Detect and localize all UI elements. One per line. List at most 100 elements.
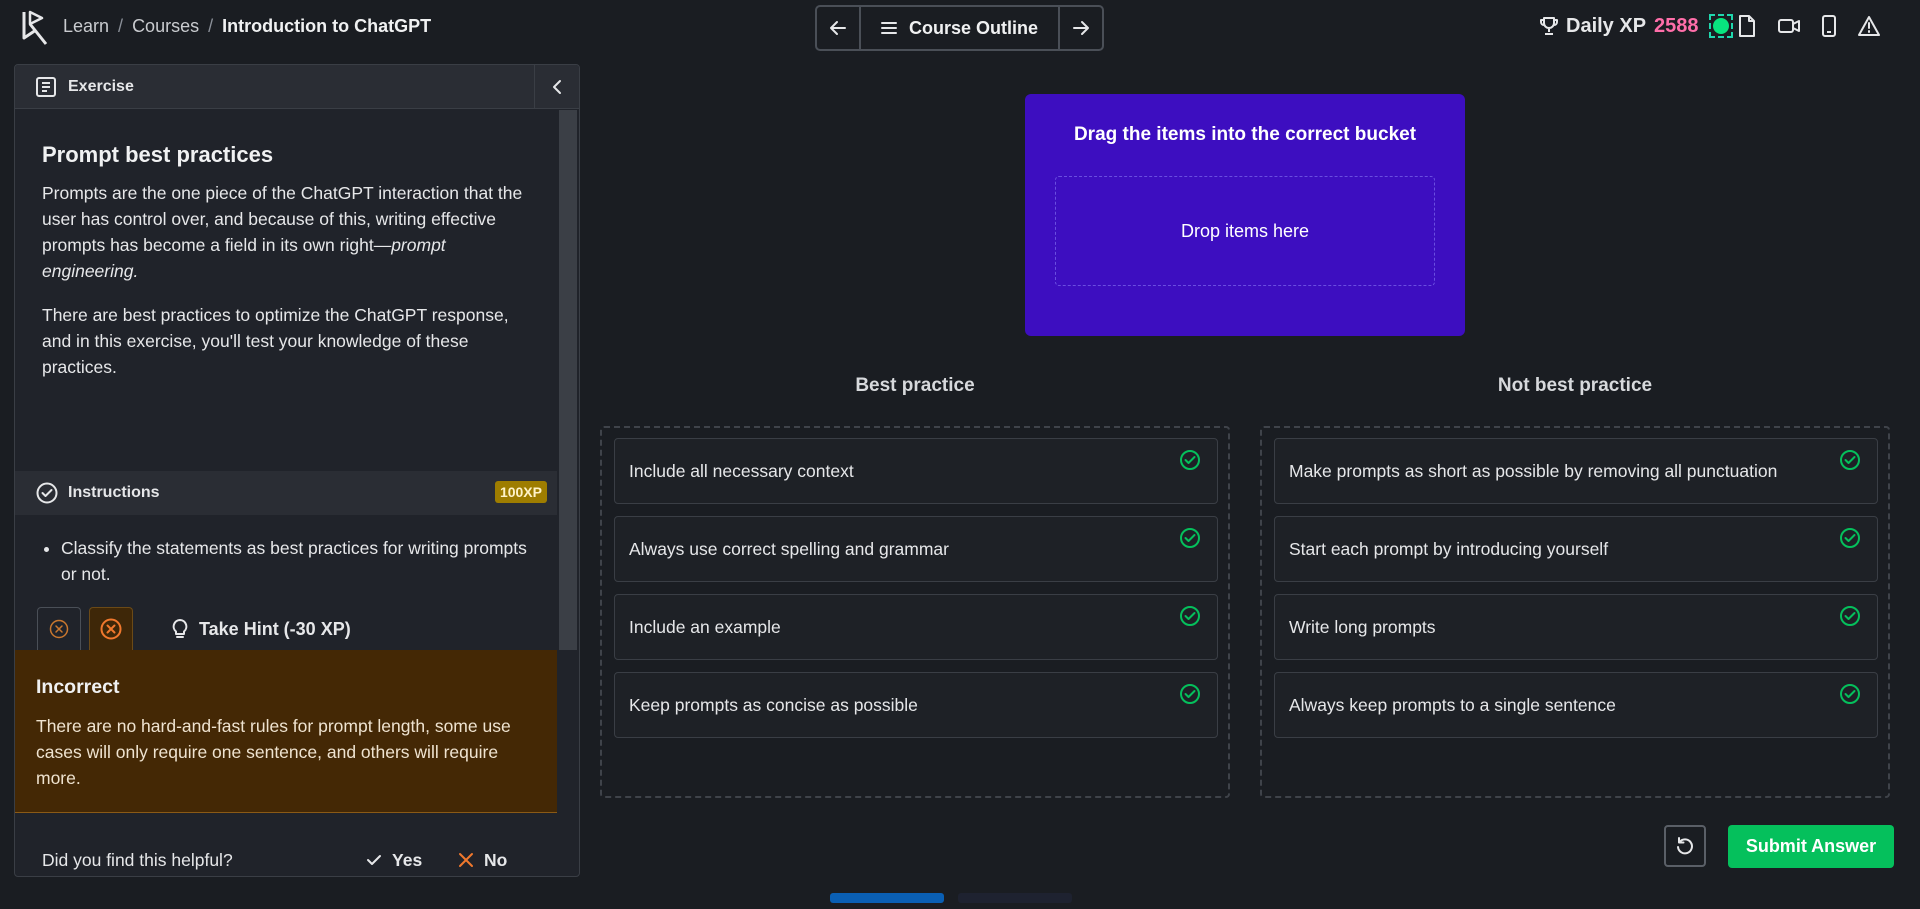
attempt-tabs	[37, 607, 133, 650]
exercise-description-text: Prompts are the one piece of the ChatGPT…	[42, 183, 523, 255]
toolbar-icons	[1738, 15, 1880, 37]
exercise-title: Prompt best practices	[42, 142, 274, 167]
helpful-yes-button[interactable]: Yes	[366, 850, 422, 871]
breadcrumb-separator: /	[208, 16, 214, 36]
course-outline-label: Course Outline	[908, 17, 1038, 38]
draggable-item[interactable]: Include all necessary context	[614, 438, 1218, 504]
menu-icon	[880, 21, 897, 35]
progress-segment	[958, 893, 1072, 903]
close-icon	[458, 852, 474, 868]
bucket-title-not-best-practice: Not best practice	[1497, 375, 1653, 396]
trophy-icon	[1540, 16, 1558, 36]
draggable-item[interactable]: Always use correct spelling and grammar	[614, 516, 1218, 582]
top-bar: Learn / Courses / Introduction to ChatGP…	[0, 0, 1920, 54]
exercise-content: Prompt best practices Prompts are the on…	[15, 110, 557, 870]
daily-xp[interactable]: Daily XP 2588	[1540, 14, 1733, 38]
previous-button[interactable]	[817, 7, 861, 49]
draggable-item-label: Include an example	[629, 616, 781, 637]
next-button[interactable]	[1058, 7, 1102, 49]
exercise-description-1: Prompts are the one piece of the ChatGPT…	[42, 180, 537, 284]
xp-status-indicator	[1708, 14, 1733, 38]
course-navigation: Course Outline	[815, 5, 1104, 51]
draggable-item-label: Make prompts as short as possible by rem…	[1289, 460, 1778, 481]
video-icon[interactable]	[1778, 15, 1800, 37]
instruction-item: Classify the statements as best practice…	[61, 535, 537, 587]
breadcrumb-courses[interactable]: Courses	[132, 16, 199, 37]
drop-zone[interactable]: Drop items here	[1055, 176, 1435, 286]
helpful-feedback: Did you find this helpful? Yes No	[15, 845, 557, 875]
breadcrumb: Learn / Courses / Introduction to ChatGP…	[63, 16, 431, 37]
chevron-left-icon	[551, 79, 563, 95]
instructions-list: Classify the statements as best practice…	[37, 535, 537, 587]
draggable-item-label: Write long prompts	[1289, 616, 1436, 637]
draggable-item[interactable]: Include an example	[614, 594, 1218, 660]
bucket-title-best-practice: Best practice	[855, 375, 975, 396]
helpful-no-button[interactable]: No	[458, 850, 507, 871]
instructions-label: Instructions	[68, 484, 160, 501]
arrow-left-icon	[828, 18, 848, 38]
arrow-right-icon	[1071, 18, 1091, 38]
draggable-item-label: Keep prompts as concise as possible	[629, 694, 918, 715]
check-circle-icon	[1179, 527, 1201, 549]
draggable-item[interactable]: Keep prompts as concise as possible	[614, 672, 1218, 738]
feedback-message: There are no hard-and-fast rules for pro…	[36, 716, 511, 788]
helpful-no-label: No	[484, 849, 508, 870]
breadcrumb-separator: /	[118, 16, 124, 36]
check-circle-icon	[1179, 683, 1201, 705]
draggable-item-label: Always keep prompts to a single sentence	[1289, 694, 1616, 715]
check-circle-icon	[1839, 605, 1861, 627]
draggable-item[interactable]: Make prompts as short as possible by rem…	[1274, 438, 1878, 504]
take-hint-label: Take Hint (-30 XP)	[199, 618, 351, 639]
bucket-not-best-practice[interactable]: Make prompts as short as possible by rem…	[1260, 426, 1890, 798]
exercise-progress	[830, 893, 1090, 903]
close-circle-icon	[100, 618, 122, 640]
exercise-description-2: There are best practices to optimize the…	[42, 305, 509, 377]
mobile-icon[interactable]	[1822, 15, 1836, 37]
progress-segment	[830, 893, 944, 903]
helpful-question: Did you find this helpful?	[42, 849, 233, 870]
check-circle-icon	[1839, 683, 1861, 705]
feedback-title: Incorrect	[36, 676, 120, 698]
feedback-incorrect: Incorrect There are no hard-and-fast rul…	[15, 650, 557, 813]
check-circle-icon	[1179, 605, 1201, 627]
take-hint-button[interactable]: Take Hint (-30 XP)	[171, 618, 351, 640]
daily-xp-label: Daily XP	[1566, 14, 1647, 37]
exercise-header-label: Exercise	[68, 77, 134, 95]
bucket-best-practice[interactable]: Include all necessary context Always use…	[600, 426, 1230, 798]
check-circle-icon	[1839, 527, 1861, 549]
draggable-item-label: Always use correct spelling and grammar	[629, 538, 949, 559]
draggable-item-label: Include all necessary context	[629, 460, 854, 481]
document-icon[interactable]	[1738, 15, 1756, 37]
attempt-tab-2[interactable]	[89, 607, 133, 650]
close-circle-icon	[49, 619, 69, 639]
instructions-header: Instructions 100XP	[15, 471, 557, 515]
exercise-icon	[36, 76, 56, 97]
xp-badge: 100XP	[494, 481, 547, 503]
daily-xp-value: 2588	[1654, 14, 1699, 37]
collapse-panel-button[interactable]	[534, 65, 579, 108]
drag-source-card: Drag the items into the correct bucket D…	[1025, 94, 1465, 336]
breadcrumb-learn[interactable]: Learn	[63, 16, 109, 37]
check-circle-icon	[1179, 449, 1201, 471]
exercise-header: Exercise	[15, 65, 579, 109]
panel-scrollbar[interactable]	[559, 110, 577, 650]
drag-instructions: Drag the items into the correct bucket	[1073, 124, 1417, 145]
draggable-item[interactable]: Write long prompts	[1274, 594, 1878, 660]
datacamp-logo-icon[interactable]	[20, 10, 50, 46]
course-outline-button[interactable]: Course Outline	[861, 7, 1058, 49]
exercise-panel: Exercise Prompt best practices Prompts a…	[14, 64, 580, 877]
lightbulb-icon	[171, 618, 189, 640]
breadcrumb-course-title[interactable]: Introduction to ChatGPT	[222, 16, 431, 37]
draggable-item[interactable]: Always keep prompts to a single sentence	[1274, 672, 1878, 738]
check-circle-icon	[36, 482, 58, 504]
check-icon	[366, 853, 382, 867]
check-circle-icon	[1839, 449, 1861, 471]
reset-icon	[1675, 836, 1695, 856]
reset-button[interactable]	[1664, 825, 1706, 867]
warning-icon[interactable]	[1858, 15, 1880, 37]
attempt-tab-1[interactable]	[37, 607, 81, 650]
submit-answer-button[interactable]: Submit Answer	[1728, 825, 1894, 868]
draggable-item-label: Start each prompt by introducing yoursel…	[1289, 538, 1609, 559]
draggable-item[interactable]: Start each prompt by introducing yoursel…	[1274, 516, 1878, 582]
drop-zone-placeholder: Drop items here	[1180, 220, 1310, 241]
